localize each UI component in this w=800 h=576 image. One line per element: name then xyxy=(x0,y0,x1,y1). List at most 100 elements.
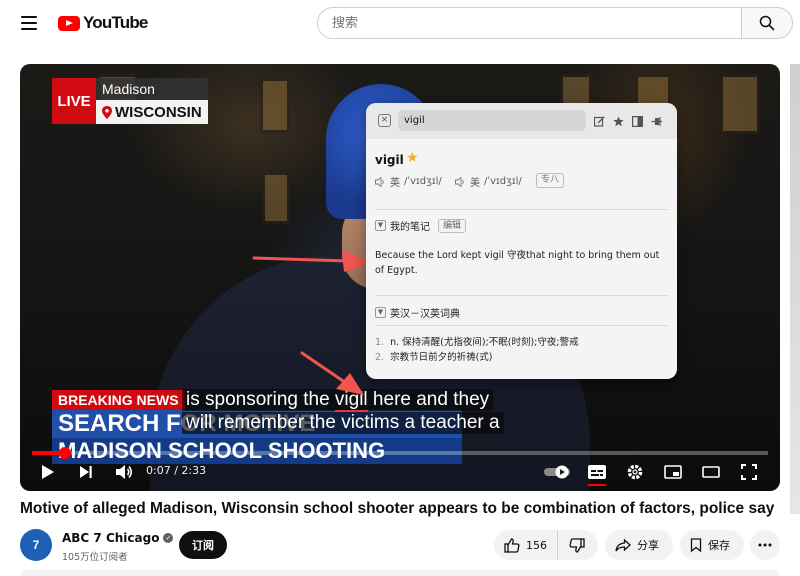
dictionary-popup: × vigil ★ 英 /ˈvɪdʒɪl/ 美 /ˈvɪdʒɪl/ 专八 ▼ 我… xyxy=(366,103,677,379)
settings-button[interactable] xyxy=(624,460,646,484)
search-input[interactable] xyxy=(317,7,742,39)
fullscreen-icon xyxy=(741,464,757,480)
more-actions-button[interactable] xyxy=(750,530,780,560)
video-title: Motive of alleged Madison, Wisconsin sch… xyxy=(20,500,775,517)
description-box-top[interactable] xyxy=(20,570,780,576)
location-city: Madison xyxy=(96,78,208,100)
background-window xyxy=(262,172,290,224)
dictionary-header: × xyxy=(366,103,677,139)
subscribe-button[interactable]: 订阅 xyxy=(179,531,227,559)
side-panel-edge xyxy=(790,64,800,514)
channel-name: ABC 7 Chicago xyxy=(62,531,160,545)
caption-line2: will remember the victims a teacher a xyxy=(182,412,504,434)
divider xyxy=(375,295,668,296)
subtitles-icon xyxy=(588,465,606,479)
dictionary-section-header[interactable]: ▼ 英汉－汉英词典 xyxy=(375,305,460,320)
annotation-arrow-right xyxy=(252,250,370,272)
edit-icon xyxy=(593,115,605,127)
volume-icon xyxy=(116,465,133,479)
favorited-star-icon[interactable]: ★ xyxy=(406,150,419,166)
level-tag: 专八 xyxy=(536,173,565,188)
phonetic-uk[interactable]: 英 /ˈvɪdʒɪl/ xyxy=(375,174,442,189)
autoplay-toggle[interactable] xyxy=(542,460,574,484)
youtube-logo[interactable]: YouTube xyxy=(58,12,148,34)
logo-text: YouTube xyxy=(83,13,148,32)
thumbs-up-icon xyxy=(504,537,520,553)
miniplayer-icon xyxy=(664,465,682,479)
share-label: 分享 xyxy=(637,539,659,552)
miniplayer-button[interactable] xyxy=(662,460,684,484)
fullscreen-button[interactable] xyxy=(738,460,760,484)
speaker-icon xyxy=(375,176,384,187)
channel-name-row[interactable]: ABC 7 Chicago ✓ xyxy=(62,531,174,545)
subtitles-button[interactable] xyxy=(586,460,608,484)
dislike-button[interactable] xyxy=(558,530,596,560)
chevron-down-icon: ▼ xyxy=(375,220,386,231)
dictionary-section-title: 英汉－汉英词典 xyxy=(390,309,460,320)
dictionary-favorite-button[interactable] xyxy=(611,114,625,128)
autoplay-toggle-icon xyxy=(544,465,570,479)
save-label: 保存 xyxy=(708,539,730,552)
live-badge: LIVE Madison WISCONSIN xyxy=(52,78,208,124)
theater-mode-button[interactable] xyxy=(700,460,722,484)
next-button[interactable] xyxy=(74,460,98,484)
location-state-row: WISCONSIN xyxy=(96,100,208,124)
progress-scrubber[interactable] xyxy=(59,447,71,459)
volume-button[interactable] xyxy=(112,460,136,484)
menu-icon xyxy=(21,16,37,18)
pin-icon xyxy=(651,116,662,126)
headword: vigil xyxy=(375,153,404,167)
live-label: LIVE xyxy=(52,78,96,124)
speaker-icon xyxy=(455,176,464,187)
dictionary-sidebar-button[interactable] xyxy=(630,114,644,128)
definition-item: 2. 宗教节日前夕的祈祷(式) xyxy=(375,352,493,363)
play-icon xyxy=(42,465,54,479)
like-button[interactable]: 156 xyxy=(494,530,558,560)
menu-button[interactable] xyxy=(14,10,44,36)
next-icon xyxy=(80,466,92,478)
gear-icon xyxy=(627,464,643,480)
definition-item: 1. n. 保持清醒(尤指夜间);不眠(时刻);守夜;警戒 xyxy=(375,337,579,348)
location-badge: Madison WISCONSIN xyxy=(96,78,208,124)
sidebar-icon xyxy=(631,115,643,127)
bookmark-icon xyxy=(690,538,702,552)
background-window xyxy=(720,74,760,134)
channel-avatar[interactable]: 7 xyxy=(20,529,52,561)
note-text: Because the Lord kept vigil 守夜that night… xyxy=(375,250,660,276)
play-button[interactable] xyxy=(36,460,60,484)
progress-bar[interactable] xyxy=(32,447,768,459)
theater-mode-icon xyxy=(702,466,720,478)
location-pin-icon xyxy=(102,105,112,119)
subtitles-active-indicator xyxy=(588,484,606,486)
subscriber-count: 105万位订阅者 xyxy=(62,552,128,563)
dictionary-pin-button[interactable] xyxy=(650,114,664,128)
divider xyxy=(375,325,668,326)
youtube-play-icon xyxy=(58,15,80,31)
chevron-down-icon: ▼ xyxy=(375,307,386,318)
background-window xyxy=(260,78,290,133)
dictionary-edit-button[interactable] xyxy=(592,114,606,128)
verified-check-icon: ✓ xyxy=(163,533,174,543)
search-button[interactable] xyxy=(741,7,793,39)
dictionary-search-input[interactable] xyxy=(398,110,586,131)
share-icon xyxy=(615,538,631,551)
share-button[interactable]: 分享 xyxy=(605,530,673,560)
divider xyxy=(375,209,668,210)
notes-section-header[interactable]: ▼ 我的笔记 编辑 xyxy=(375,218,467,233)
location-state: WISCONSIN xyxy=(115,103,202,121)
dictionary-close-button[interactable]: × xyxy=(378,114,391,127)
star-icon xyxy=(612,115,624,126)
thumbs-down-icon xyxy=(569,537,585,553)
like-count: 156 xyxy=(526,538,547,552)
search-icon xyxy=(759,15,775,31)
top-bar: YouTube xyxy=(0,0,800,46)
search-bar xyxy=(317,7,793,39)
save-button[interactable]: 保存 xyxy=(680,530,744,560)
notes-edit-button[interactable]: 编辑 xyxy=(438,218,467,233)
breaking-news-label: BREAKING NEWS xyxy=(52,390,185,410)
like-dislike-group: 156 xyxy=(494,530,598,560)
time-display: 0:07 / 2:33 xyxy=(146,464,207,477)
avatar-text: 7 xyxy=(32,538,40,552)
notes-title: 我的笔记 xyxy=(390,222,430,233)
phonetic-us[interactable]: 美 /ˈvɪdʒɪl/ xyxy=(455,174,522,189)
